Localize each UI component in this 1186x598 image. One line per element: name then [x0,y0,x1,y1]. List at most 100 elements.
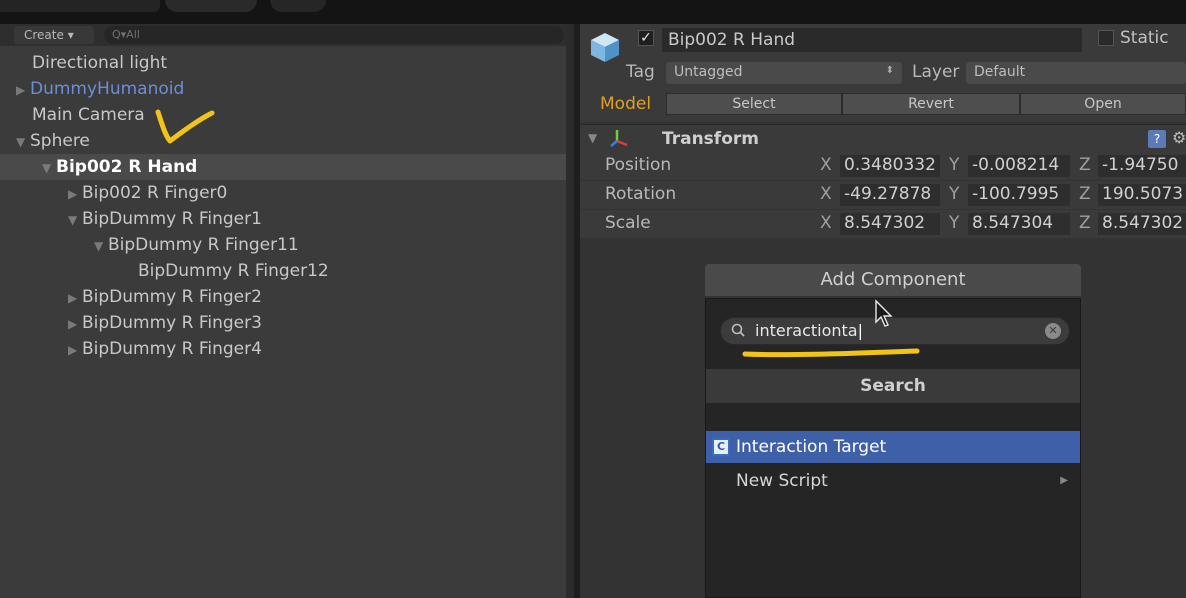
help-icon[interactable]: ? [1148,130,1166,148]
result-interaction-target[interactable]: C Interaction Target [706,431,1080,463]
scale-z-field[interactable]: 8.547302 [1098,213,1186,235]
updown-arrow-icon: ⬍ [885,65,894,76]
expanded-arrow-icon[interactable]: ▼ [42,155,56,181]
clear-search-icon[interactable]: ✕ [1045,323,1061,339]
scale-label: Scale [605,213,651,233]
tab-right[interactable] [270,0,326,12]
tree-item-main-camera[interactable]: Main Camera [0,102,574,128]
tag-value: Untagged [674,64,743,80]
tree-item-label: BipDummy R Finger1 [82,209,262,229]
axis-x-label: X [820,184,832,204]
axis-x-label: X [820,155,832,175]
component-search-input[interactable]: interactionta| ✕ [720,317,1070,345]
axis-z-label: Z [1079,213,1091,233]
axis-x-label: X [820,213,832,233]
tree-item-label: Main Camera [32,105,145,125]
axis-z-label: Z [1079,184,1091,204]
tree-item-label: BipDummy R Finger12 [138,261,329,281]
collapsed-arrow-icon[interactable]: ▶ [68,181,82,207]
tree-item-label: BipDummy R Finger4 [82,339,262,359]
model-label: Model [600,94,652,114]
inspector-panel: ✓ Bip002 R Hand Static Tag Untagged ⬍ La… [580,24,1186,598]
tree-item-sphere[interactable]: ▼ Sphere [0,128,574,154]
tree-item-label: Bip002 R Finger0 [82,183,228,203]
tree-item-finger11[interactable]: ▼ BipDummy R Finger11 [0,232,574,258]
tree-item-finger0[interactable]: ▶ Bip002 R Finger0 [0,180,574,206]
model-revert-button[interactable]: Revert [842,93,1020,115]
search-results-header: Search [706,369,1080,403]
rotation-row: Rotation X -49.27878 Y -100.7995 Z 190.5… [580,181,1186,209]
gear-icon[interactable]: ⚙ [1172,128,1186,147]
tree-item-finger1[interactable]: ▼ BipDummy R Finger1 [0,206,574,232]
tree-item-label: DummyHumanoid [30,79,185,99]
axis-y-label: Y [949,213,960,233]
tree-item-finger2[interactable]: ▶ BipDummy R Finger2 [0,284,574,310]
tree-item-finger4[interactable]: ▶ BipDummy R Finger4 [0,336,574,362]
tree-item-bip002-r-hand[interactable]: ▼ Bip002 R Hand [0,154,574,180]
result-label: New Script [736,471,828,491]
collapsed-arrow-icon[interactable]: ▶ [68,337,82,363]
rotation-label: Rotation [605,184,677,204]
panel-divider[interactable] [566,24,574,598]
tag-dropdown[interactable]: Untagged ⬍ [666,62,902,84]
tree-item-label: Directional light [32,53,168,73]
collapsed-arrow-icon[interactable]: ▶ [16,77,30,103]
static-checkbox[interactable] [1098,30,1114,46]
scale-y-field[interactable]: 8.547304 [968,213,1070,235]
layer-value: Default [974,64,1026,80]
transform-axes-icon [610,130,628,147]
collapsed-arrow-icon[interactable]: ▶ [68,285,82,311]
active-checkbox[interactable]: ✓ [638,30,654,46]
foldout-arrow-icon[interactable]: ▼ [588,131,597,145]
tree-item-label: Sphere [30,131,90,151]
tree-item-finger3[interactable]: ▶ BipDummy R Finger3 [0,310,574,336]
model-open-button[interactable]: Open [1020,93,1186,115]
position-x-field[interactable]: 0.3480332 [840,155,940,177]
tree-item-label: BipDummy R Finger2 [82,287,262,307]
submenu-arrow-icon: ▶ [1060,475,1068,486]
model-select-button[interactable]: Select [666,93,842,115]
expanded-arrow-icon[interactable]: ▼ [94,233,108,259]
component-search-value: interactionta [755,321,858,340]
create-button[interactable]: Create ▾ [14,26,94,44]
position-y-field[interactable]: -0.008214 [968,155,1070,177]
gameobject-cube-icon [591,33,619,62]
tree-item-finger12[interactable]: BipDummy R Finger12 [0,258,574,284]
tree-item-label: BipDummy R Finger11 [108,235,299,255]
tree-item-label: BipDummy R Finger3 [82,313,262,333]
result-new-script[interactable]: New Script ▶ [706,465,1080,497]
transform-title: Transform [662,129,759,149]
text-caret: | [857,321,863,340]
search-icon [731,323,745,337]
transform-header[interactable]: ▼ Transform ? ⚙ [580,124,1186,154]
object-name-field[interactable]: Bip002 R Hand [662,28,1082,52]
scale-x-field[interactable]: 8.547302 [840,213,940,235]
hierarchy-search-input[interactable]: Q▾All [104,26,564,44]
tab-left[interactable] [0,0,160,12]
expanded-arrow-icon[interactable]: ▼ [16,129,30,155]
scale-row: Scale X 8.547302 Y 8.547304 Z 8.547302 [580,210,1186,238]
hierarchy-toolbar: Create ▾ Q▾All [0,24,574,46]
axis-y-label: Y [949,184,960,204]
position-label: Position [605,155,672,175]
rotation-x-field[interactable]: -49.27878 [840,184,940,206]
expanded-arrow-icon[interactable]: ▼ [68,207,82,233]
inspector-header: ✓ Bip002 R Hand Static Tag Untagged ⬍ La… [580,24,1186,122]
tag-label: Tag [626,62,655,82]
add-component-button[interactable]: Add Component [705,264,1081,296]
rotation-z-field[interactable]: 190.5073 [1098,184,1186,206]
axis-z-label: Z [1079,155,1091,175]
window-top-strip [0,0,1186,24]
position-z-field[interactable]: -1.94750 [1098,155,1186,177]
tree-item-directional-light[interactable]: Directional light [0,50,574,76]
tree-item-dummyhumanoid[interactable]: ▶ DummyHumanoid [0,76,574,102]
collapsed-arrow-icon[interactable]: ▶ [68,311,82,337]
layer-label: Layer [912,62,960,82]
position-row: Position X 0.3480332 Y -0.008214 Z -1.94… [580,152,1186,180]
result-label: Interaction Target [736,437,887,457]
tab-middle[interactable] [165,0,257,12]
hierarchy-panel: Create ▾ Q▾All Directional light ▶ DummyH… [0,24,574,598]
rotation-y-field[interactable]: -100.7995 [968,184,1070,206]
layer-dropdown[interactable]: Default [966,62,1186,84]
script-icon: C [712,438,730,456]
